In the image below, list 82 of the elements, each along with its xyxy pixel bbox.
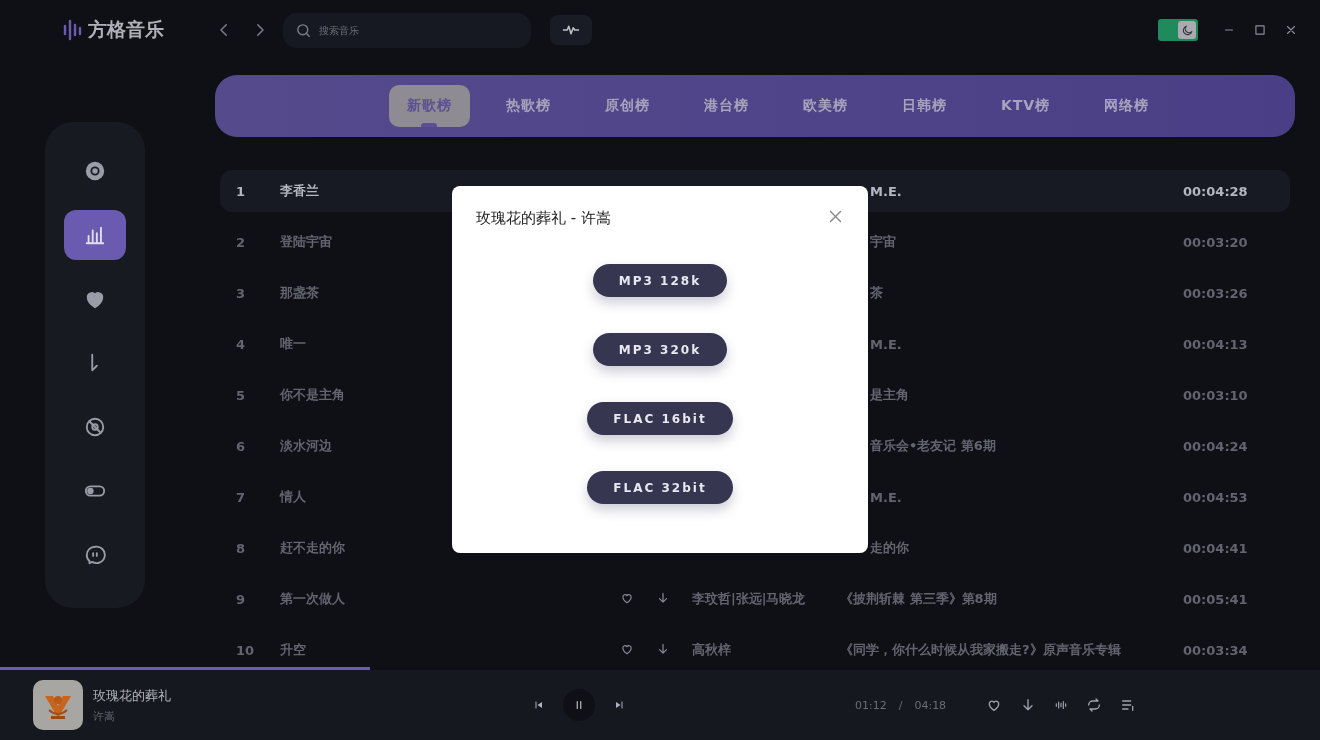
song-title: 登陆宇宙 [280,233,333,251]
song-title: 赶不走的你 [280,539,346,557]
quality-option[interactable]: MP3 128k [592,264,728,297]
app-name: 方格音乐 [88,17,164,42]
time-separator: / [898,698,903,712]
song-duration: 00:03:26 [1183,285,1249,301]
close-icon[interactable] [1284,23,1298,37]
quality-option[interactable]: MP3 320k [592,333,728,366]
dialog-title: 玫瑰花的葬礼 - 许嵩 [476,208,611,228]
chart-tab[interactable]: KTV榜 [982,85,1069,127]
album-name: 《同学，你什么时候从我家搬走?》原声音乐专辑 [840,642,1121,657]
album-name: M.E. [870,183,902,199]
track-number: 4 [236,336,247,352]
search-icon [295,21,312,39]
song-duration: 00:04:13 [1183,336,1249,352]
track-number: 8 [236,540,247,556]
theme-toggle[interactable] [1158,19,1198,41]
song-duration: 00:03:20 [1183,234,1249,250]
song-duration: 00:04:24 [1183,438,1249,454]
album-name: 《披荆斩棘 第三季》第8期 [840,591,997,606]
current-time: 01:12 [855,698,887,712]
chart-tab[interactable]: 新歌榜 [388,85,470,127]
track-number: 10 [236,642,256,658]
song-duration: 00:04:28 [1183,183,1249,199]
song-duration: 00:04:41 [1183,540,1249,556]
song-title: 李香兰 [280,182,320,200]
song-duration: 00:05:41 [1183,591,1249,607]
maximize-icon[interactable] [1253,23,1267,37]
pulse-button[interactable] [550,15,592,45]
loop-icon[interactable] [1086,697,1103,713]
close-icon [827,208,844,225]
chart-tab[interactable]: 日韩榜 [883,85,965,127]
chart-icon[interactable] [84,224,106,246]
song-title: 淡水河边 [280,437,333,455]
chart-tab[interactable]: 原创榜 [586,85,668,127]
album-name: 茶 [870,285,883,300]
track-number: 7 [236,489,247,505]
track-number: 2 [236,234,247,250]
album-name: 走的你 [870,540,909,555]
download-icon[interactable] [656,590,670,605]
track-number: 1 [236,183,247,199]
song-title: 那盏茶 [280,284,320,302]
song-title: 你不是主角 [280,386,346,404]
album-name: 音乐会•老友记 第6期 [870,438,996,453]
sound-wave-icon[interactable] [1054,698,1069,712]
album-name: M.E. [870,489,902,505]
artist-name: 李玟哲|张远|马晓龙 [692,591,806,606]
song-duration: 00:03:34 [1183,642,1249,658]
chart-tab[interactable]: 网络榜 [1086,85,1168,127]
album-name: 是主角 [870,387,909,402]
artist-name: 许嵩 [93,708,116,724]
track-number: 3 [236,285,247,301]
track-number: 6 [236,438,247,454]
sidebar-item[interactable] [64,210,126,260]
song-title: 唯一 [280,335,307,353]
disc-icon[interactable] [84,160,106,182]
song-duration: 00:04:53 [1183,489,1249,505]
quality-option[interactable]: FLAC 16bit [587,402,733,435]
next-icon[interactable] [613,699,625,711]
chart-tab[interactable]: 港台榜 [685,85,767,127]
search-field[interactable]: 搜索音乐 [283,12,531,48]
chart-tab[interactable]: 欧美榜 [784,85,866,127]
total-time: 04:18 [914,698,947,712]
artist-name: 高秋梓 [692,642,731,657]
album-name: 宇宙 [870,234,896,249]
moon-icon [1180,23,1194,37]
song-title: 情人 [280,488,307,506]
song-duration: 00:03:10 [1183,387,1249,403]
quality-option[interactable]: FLAC 32bit [587,471,733,504]
download-icon[interactable] [656,641,670,656]
chat-icon[interactable] [84,544,106,566]
song-title: 玫瑰花的葬礼 [93,686,172,705]
song-title: 第一次做人 [280,590,346,608]
logo-icon [62,18,84,42]
tab-indicator [421,123,438,127]
song-title: 升空 [280,641,307,659]
album-name: M.E. [870,336,902,352]
vinyl-icon[interactable] [84,416,106,438]
previous-icon[interactable] [533,699,545,711]
track-number: 5 [236,387,247,403]
track-number: 9 [236,591,247,607]
chart-tab[interactable]: 热歌榜 [487,85,569,127]
